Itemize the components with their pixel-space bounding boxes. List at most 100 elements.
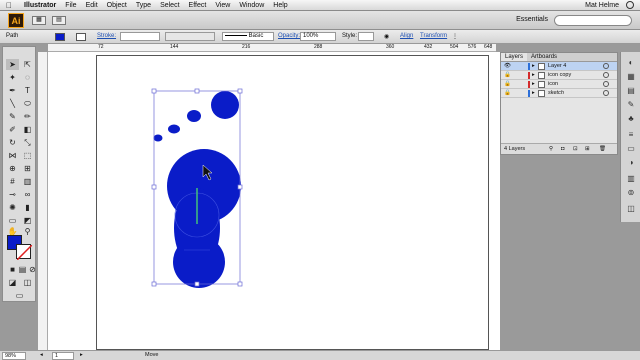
menu-help[interactable]: Help xyxy=(273,2,287,9)
lock-icon[interactable]: 🔒 xyxy=(504,81,511,87)
menu-type[interactable]: Type xyxy=(136,2,151,9)
toe-shape-large[interactable] xyxy=(211,91,239,119)
swatches-panel-icon[interactable]: ▤ xyxy=(626,86,636,96)
recolor-artwork-icon[interactable]: ◉ xyxy=(384,33,389,40)
rotate-tool-icon[interactable]: ↻ xyxy=(6,137,19,148)
eyedropper-tool-icon[interactable]: ⊸ xyxy=(6,189,19,200)
appearance-panel-icon[interactable]: ▥ xyxy=(626,174,636,184)
blend-tool-icon[interactable]: ∞ xyxy=(21,189,34,200)
none-mode-icon[interactable]: ⊘ xyxy=(26,264,39,275)
scale-tool-icon[interactable]: ⤡ xyxy=(21,137,34,148)
free-transform-tool-icon[interactable]: ⬚ xyxy=(21,150,34,161)
lasso-tool-icon[interactable]: ◌ xyxy=(21,72,34,83)
transparency-panel-icon[interactable]: ◑ xyxy=(626,158,636,168)
zoom-tool-icon[interactable]: ⚲ xyxy=(21,226,34,237)
locate-object-icon[interactable]: ⚲ xyxy=(549,146,553,152)
vertical-ruler[interactable] xyxy=(38,52,48,350)
menu-select[interactable]: Select xyxy=(160,2,179,9)
expand-arrow-icon[interactable]: ▸ xyxy=(532,63,535,69)
menu-window[interactable]: Window xyxy=(239,2,264,9)
layer-target-icon[interactable] xyxy=(603,63,609,69)
expand-arrow-icon[interactable]: ▸ xyxy=(532,72,535,78)
first-artboard-icon[interactable]: ◂ xyxy=(40,352,43,358)
layer-name[interactable]: icon copy xyxy=(548,72,571,78)
app-name-menu[interactable]: Illustrator xyxy=(24,2,56,9)
layer-row[interactable]: 🔒 ▸ icon copy xyxy=(501,71,617,80)
screen-mode-icon[interactable]: ▭ xyxy=(13,290,26,301)
arrange-documents-icon[interactable]: ▤ xyxy=(52,16,66,25)
slice-tool-icon[interactable]: ◩ xyxy=(21,215,34,226)
layer-name[interactable]: sketch xyxy=(548,90,564,96)
artwork[interactable] xyxy=(48,52,500,350)
graphic-style-swatch[interactable] xyxy=(358,32,374,41)
gradient-tool-icon[interactable]: ▥ xyxy=(21,176,34,187)
stroke-swatch[interactable] xyxy=(16,244,33,261)
layer-target-icon[interactable] xyxy=(603,72,609,78)
shape-builder-tool-icon[interactable]: ⊕ xyxy=(6,163,19,174)
brushes-panel-icon[interactable]: ✎ xyxy=(626,100,636,110)
current-tool-status[interactable]: Move xyxy=(145,352,158,358)
artboard-number-field[interactable]: 1 xyxy=(52,352,74,360)
horizontal-ruler[interactable]: 72 144 216 288 360 432 504 576 648 xyxy=(48,44,496,52)
menu-file[interactable]: File xyxy=(65,2,76,9)
expand-arrow-icon[interactable]: ▸ xyxy=(532,81,535,87)
lock-icon[interactable]: 🔒 xyxy=(504,72,511,78)
stroke-panel-link[interactable]: Stroke: xyxy=(97,33,116,39)
lock-icon[interactable]: 🔒 xyxy=(504,90,511,96)
eraser-tool-icon[interactable]: ◧ xyxy=(21,124,34,135)
align-link[interactable]: Align xyxy=(400,33,413,39)
direct-selection-tool-icon[interactable]: ⇱ xyxy=(21,59,34,70)
transform-link[interactable]: Transform xyxy=(420,33,447,39)
layer-name[interactable]: icon xyxy=(548,81,558,87)
magic-wand-tool-icon[interactable]: ✦ xyxy=(6,72,19,83)
paintbrush-tool-icon[interactable]: ✎ xyxy=(6,111,19,122)
draw-inside-icon[interactable]: ◫ xyxy=(21,277,34,288)
ellipse-tool-icon[interactable]: ⬭ xyxy=(21,98,34,109)
new-sublayer-icon[interactable]: ⊡ xyxy=(573,146,578,152)
type-tool-icon[interactable]: T xyxy=(21,85,34,96)
opacity-field[interactable]: 100% xyxy=(300,32,336,41)
stroke-color-swatch[interactable] xyxy=(76,33,86,41)
width-tool-icon[interactable]: ⋈ xyxy=(6,150,19,161)
toe-shape-small[interactable] xyxy=(168,124,180,134)
delete-layer-icon[interactable]: 🗑 xyxy=(599,146,606,152)
layer-target-icon[interactable] xyxy=(603,81,609,87)
artboard-tool-icon[interactable]: ▭ xyxy=(6,215,19,226)
color-panel-icon[interactable]: ◐ xyxy=(626,58,636,68)
mesh-tool-icon[interactable]: # xyxy=(6,176,19,187)
tab-artboards[interactable]: Artboards xyxy=(527,53,561,61)
color-guide-icon[interactable]: ▦ xyxy=(626,72,636,82)
toe-shape-medium[interactable] xyxy=(187,110,201,122)
layers-panel-icon[interactable]: ◫ xyxy=(626,204,636,214)
symbols-panel-icon[interactable]: ♣ xyxy=(626,114,636,124)
user-name[interactable]: Mat Helme xyxy=(585,2,619,9)
new-layer-icon[interactable]: ⊞ xyxy=(585,146,590,152)
pen-tool-icon[interactable]: ✒ xyxy=(6,85,19,96)
blob-brush-tool-icon[interactable]: ✐ xyxy=(6,124,19,135)
toe-shape-smallest[interactable] xyxy=(153,134,163,142)
layer-row[interactable]: 👁 ▸ Layer 4 xyxy=(501,62,617,71)
layer-row[interactable]: 🔒 ▸ icon xyxy=(501,80,617,89)
draw-mode-icon[interactable]: ◪ xyxy=(6,277,19,288)
gradient-panel-icon[interactable]: ▭ xyxy=(626,144,636,154)
pencil-tool-icon[interactable]: ✏ xyxy=(21,111,34,122)
menu-object[interactable]: Object xyxy=(107,2,127,9)
fill-color-swatch[interactable] xyxy=(55,33,65,41)
menu-effect[interactable]: Effect xyxy=(189,2,207,9)
next-artboard-icon[interactable]: ▸ xyxy=(80,352,83,358)
visibility-eye-icon[interactable]: 👁 xyxy=(504,63,511,69)
zoom-field[interactable]: 98% xyxy=(2,352,26,360)
symbol-sprayer-tool-icon[interactable]: ✺ xyxy=(6,202,19,213)
stroke-weight-field[interactable] xyxy=(120,32,160,41)
stroke-panel-icon[interactable]: ≡ xyxy=(626,130,636,140)
line-tool-icon[interactable]: ╲ xyxy=(6,98,19,109)
apple-icon[interactable]:  xyxy=(6,1,16,10)
tab-layers[interactable]: Layers xyxy=(501,53,528,61)
perspective-grid-tool-icon[interactable]: ⊞ xyxy=(21,163,34,174)
make-clipping-mask-icon[interactable]: ◘ xyxy=(561,146,564,152)
graph-tool-icon[interactable]: ▮ xyxy=(21,202,34,213)
foot-heel-shape[interactable] xyxy=(173,236,225,288)
expand-arrow-icon[interactable]: ▸ xyxy=(532,90,535,96)
spotlight-icon[interactable] xyxy=(626,1,634,9)
opacity-link[interactable]: Opacity: xyxy=(278,33,300,39)
